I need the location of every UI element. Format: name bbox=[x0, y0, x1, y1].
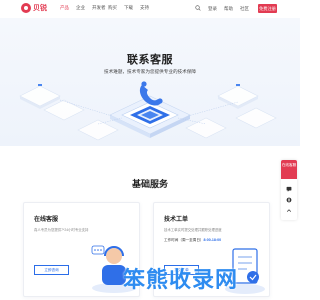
working-hours: 工作时间（周一至周日）8:00-18:00 bbox=[164, 238, 221, 243]
header-link-login[interactable]: 登录 bbox=[208, 6, 217, 12]
header-link-help[interactable]: 帮助 bbox=[224, 6, 233, 12]
card-title: 技术工单 bbox=[164, 217, 189, 223]
nav-item-enterprise[interactable]: 企业 bbox=[76, 5, 92, 11]
hero-banner: 联系客服 技术难题，技术专家为您提供专业的技术保障 bbox=[0, 18, 300, 146]
card-title: 在线客服 bbox=[34, 217, 59, 223]
nav-item-download[interactable]: 下载 bbox=[124, 5, 140, 11]
main-nav: 产品 企业 开发者 购买 下载 支持 bbox=[60, 5, 156, 11]
search-icon[interactable] bbox=[195, 5, 201, 11]
card-description: 真人专员为您提供7*24小时专业支持 bbox=[34, 228, 89, 232]
phone-icon[interactable] bbox=[286, 197, 292, 203]
logo-text: 贝锐 bbox=[33, 5, 47, 12]
card-description: 技术工单实时提交处理并跟踪处理进度 bbox=[164, 228, 222, 232]
floating-toolbar: 在线客服 bbox=[281, 160, 297, 220]
nav-item-buy[interactable]: 购买 bbox=[108, 5, 124, 11]
nav-item-products[interactable]: 产品 bbox=[60, 5, 76, 11]
nav-item-developer[interactable]: 开发者 bbox=[92, 5, 108, 11]
register-button[interactable]: 免费注册 bbox=[258, 4, 277, 13]
nav-item-support[interactable]: 支持 bbox=[140, 5, 156, 11]
header-link-community[interactable]: 社区 bbox=[240, 6, 249, 12]
logo-icon bbox=[21, 3, 31, 13]
working-hours-label: 工作时间（周一至周日） bbox=[164, 238, 204, 242]
back-to-top-icon[interactable] bbox=[286, 208, 292, 214]
brand-logo[interactable]: 贝锐 bbox=[21, 3, 47, 13]
hero-illustration bbox=[19, 81, 277, 141]
watermark-text: 笨熊收录网 bbox=[123, 267, 239, 292]
page-title: 联系客服 bbox=[127, 54, 173, 66]
top-header: 贝锐 产品 企业 开发者 购买 下载 支持 登录 帮助 社区 免费注册 bbox=[0, 0, 300, 18]
section-title: 基础服务 bbox=[131, 179, 168, 189]
consult-button[interactable]: 立即咨询 bbox=[34, 265, 69, 275]
page-subtitle: 技术难题，技术专家为您提供专业的技术保障 bbox=[104, 69, 196, 74]
